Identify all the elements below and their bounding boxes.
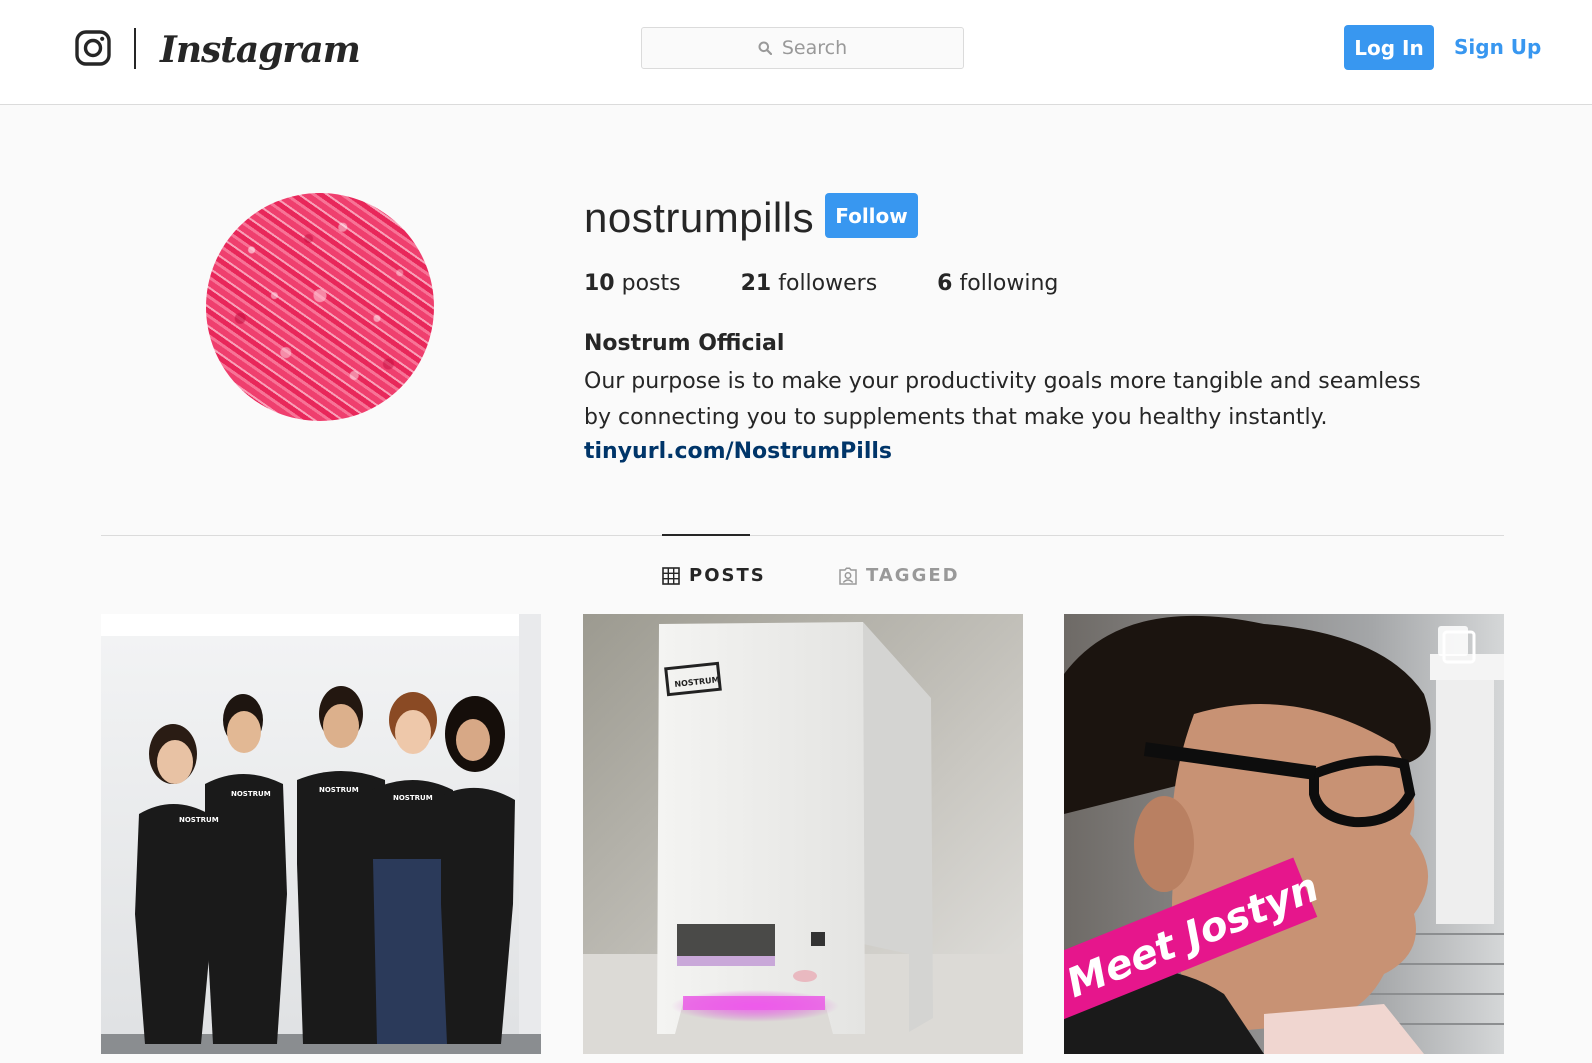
tab-posts[interactable]: POSTS	[662, 561, 766, 591]
follow-button[interactable]: Follow	[825, 193, 918, 238]
tab-tagged[interactable]: TAGGED	[839, 561, 960, 591]
tabs-divider	[101, 535, 1504, 536]
instagram-wordmark[interactable]: Instagram	[160, 22, 361, 78]
team-photo-image: NOSTRUM NOSTRUM NOSTRUM NOSTRUM	[101, 614, 541, 1054]
post-thumbnail-meet-jostyn[interactable]: Meet Jostyn	[1064, 614, 1504, 1054]
login-button[interactable]: Log In	[1344, 25, 1434, 70]
brand-divider	[134, 28, 136, 69]
signup-link[interactable]: Sign Up	[1454, 25, 1541, 70]
top-nav: Instagram Search Log In Sign Up	[0, 0, 1592, 105]
portrait-photo-image: Meet Jostyn	[1064, 614, 1504, 1054]
stat-followers[interactable]: 21 followers	[741, 266, 878, 302]
shirt-text: NOSTRUM	[393, 794, 433, 802]
active-tab-indicator	[662, 534, 750, 536]
search-input[interactable]: Search	[641, 27, 964, 69]
search-icon	[758, 41, 772, 55]
profile-bio: Our purpose is to make your productivity…	[584, 369, 1421, 430]
profile-full-name: Nostrum Official	[584, 331, 785, 356]
profile-website-link[interactable]: tinyurl.com/NostrumPills	[584, 435, 892, 469]
stat-posts: 10 posts	[584, 266, 681, 302]
stat-following-label: following	[959, 271, 1059, 296]
stat-followers-count: 21	[740, 271, 772, 296]
tab-tagged-label: TAGGED	[866, 565, 960, 586]
stat-followers-label: followers	[778, 271, 878, 296]
machine-photo-image: NOSTRUM	[583, 614, 1023, 1054]
shirt-text: NOSTRUM	[319, 786, 359, 794]
post-thumbnail-machine[interactable]: NOSTRUM	[583, 614, 1023, 1054]
grid-icon	[662, 567, 680, 585]
stat-posts-label: posts	[621, 271, 681, 296]
stat-posts-count: 10	[584, 271, 615, 296]
shirt-text: NOSTRUM	[231, 790, 271, 798]
stat-following-count: 6	[937, 271, 953, 296]
post-thumbnail-team-photo[interactable]: NOSTRUM NOSTRUM NOSTRUM NOSTRUM	[101, 614, 541, 1054]
profile-username: nostrumpills	[584, 194, 815, 241]
profile-avatar	[206, 193, 434, 421]
profile-stats: 10 posts 21 followers 6 following	[584, 266, 1058, 302]
tagged-person-icon	[839, 567, 857, 585]
stat-following[interactable]: 6 following	[937, 266, 1058, 302]
instagram-camera-icon[interactable]	[75, 30, 111, 66]
search-placeholder: Search	[781, 37, 848, 59]
tab-posts-label: POSTS	[689, 565, 766, 586]
shirt-text: NOSTRUM	[179, 816, 219, 824]
